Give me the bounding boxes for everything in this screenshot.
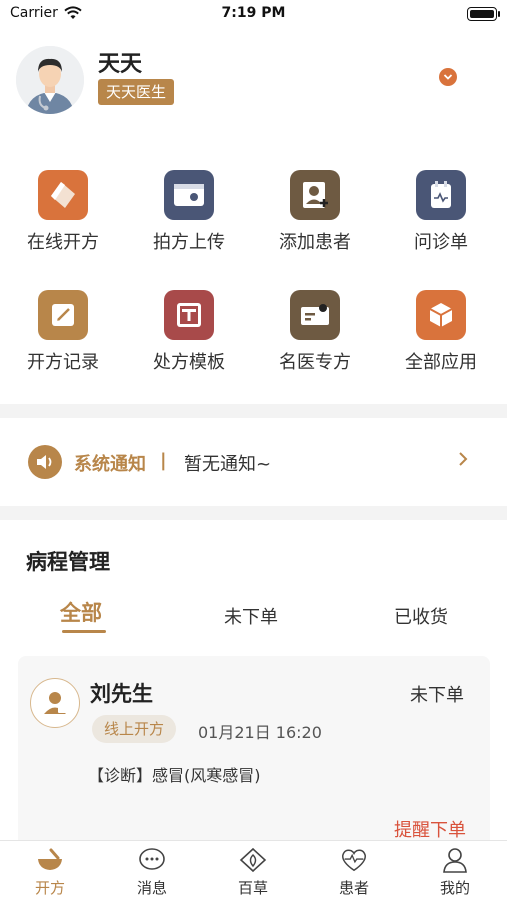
source-tag: 线上开方 xyxy=(92,715,177,743)
tabbar-label: 我的 xyxy=(439,879,470,897)
patient-name: 刘先生 xyxy=(90,682,153,706)
heartbeat-icon xyxy=(340,847,368,873)
app-prescription-templates[interactable]: 处方模板 xyxy=(126,280,252,373)
app-online-prescription[interactable]: 在线开方 xyxy=(0,160,126,253)
prescription-online-icon xyxy=(38,170,88,220)
chevron-right-icon[interactable] xyxy=(458,451,468,472)
app-grid: 在线开方 拍方上传 添加患者 问诊单 开方记录 处方模板 名医专方 全部应用 xyxy=(0,160,507,385)
diagnosis: 【诊断】感冒(风寒感冒) xyxy=(88,766,261,785)
tabbar-label: 消息 xyxy=(136,879,167,897)
app-label: 添加患者 xyxy=(279,232,351,253)
notice-text: 暂无通知~ xyxy=(184,454,272,475)
famous-doctor-card-icon xyxy=(290,290,340,340)
record-edit-icon xyxy=(38,290,88,340)
app-label: 开方记录 xyxy=(27,352,99,373)
section-title: 病程管理 xyxy=(26,550,110,574)
notice-title: 系统通知 xyxy=(74,454,146,475)
add-patient-icon xyxy=(290,170,340,220)
tabbar-label: 开方 xyxy=(34,879,65,897)
notice-separator: | xyxy=(160,450,167,471)
tabbar-item-patients[interactable]: 患者 xyxy=(304,841,404,900)
app-label: 在线开方 xyxy=(27,232,99,253)
camera-upload-icon xyxy=(164,170,214,220)
battery-icon xyxy=(467,7,500,21)
doctor-name: 天天 xyxy=(98,52,143,77)
remind-order-button[interactable]: 提醒下单 xyxy=(394,816,466,842)
tab-active-indicator xyxy=(62,630,106,633)
profile-header[interactable]: 天天 天天医生 xyxy=(0,40,507,120)
app-famous-doctor-prescriptions[interactable]: 名医专方 xyxy=(252,280,378,373)
doctor-avatar-icon xyxy=(16,46,84,114)
app-label: 拍方上传 xyxy=(153,232,225,253)
section-divider xyxy=(0,506,507,520)
chevron-down-icon[interactable] xyxy=(439,68,457,86)
tabbar-item-prescribe[interactable]: 开方 xyxy=(0,841,100,900)
tabbar-item-herbs[interactable]: 百草 xyxy=(203,841,303,900)
bottom-tab-bar: 开方 消息 百草 患者 我的 xyxy=(0,840,507,900)
system-notice-bar[interactable]: 系统通知 | 暂无通知~ xyxy=(0,418,507,506)
tabbar-label: 百草 xyxy=(237,879,268,897)
tabbar-item-me[interactable]: 我的 xyxy=(405,841,505,900)
tab-all[interactable]: 全部 xyxy=(60,597,102,627)
course-tabs: 全部 未下单 已收货 xyxy=(0,595,507,640)
tab-not-ordered[interactable]: 未下单 xyxy=(224,603,278,629)
tabbar-item-messages[interactable]: 消息 xyxy=(102,841,202,900)
app-label: 名医专方 xyxy=(279,352,351,373)
app-add-patient[interactable]: 添加患者 xyxy=(252,160,378,253)
timestamp: 01月21日 16:20 xyxy=(198,723,322,742)
patient-avatar-icon xyxy=(30,678,80,728)
mortar-icon xyxy=(36,847,64,873)
clock: 7:19 PM xyxy=(221,5,286,21)
app-prescription-records[interactable]: 开方记录 xyxy=(0,280,126,373)
app-label: 全部应用 xyxy=(405,352,477,373)
order-status: 未下单 xyxy=(410,685,464,706)
all-apps-box-icon xyxy=(416,290,466,340)
section-divider xyxy=(0,404,507,418)
doctor-avatar[interactable] xyxy=(16,46,84,114)
doctor-role-badge: 天天医生 xyxy=(98,79,175,105)
app-label: 问诊单 xyxy=(414,232,468,253)
message-icon xyxy=(138,847,166,873)
herb-leaf-icon xyxy=(239,847,267,873)
app-all-apps[interactable]: 全部应用 xyxy=(378,280,504,373)
app-consult-form[interactable]: 问诊单 xyxy=(378,160,504,253)
app-photo-upload[interactable]: 拍方上传 xyxy=(126,160,252,253)
profile-icon xyxy=(441,847,469,873)
status-bar: Carrier 7:19 PM xyxy=(0,0,507,28)
speaker-icon xyxy=(28,445,62,479)
patient-course-card[interactable]: 刘先生 未下单 线上开方 01月21日 16:20 【诊断】感冒(风寒感冒) 提… xyxy=(18,656,490,856)
tabbar-label: 患者 xyxy=(338,879,369,897)
consult-form-icon xyxy=(416,170,466,220)
tab-received[interactable]: 已收货 xyxy=(394,603,448,629)
template-icon xyxy=(164,290,214,340)
app-label: 处方模板 xyxy=(153,352,225,373)
